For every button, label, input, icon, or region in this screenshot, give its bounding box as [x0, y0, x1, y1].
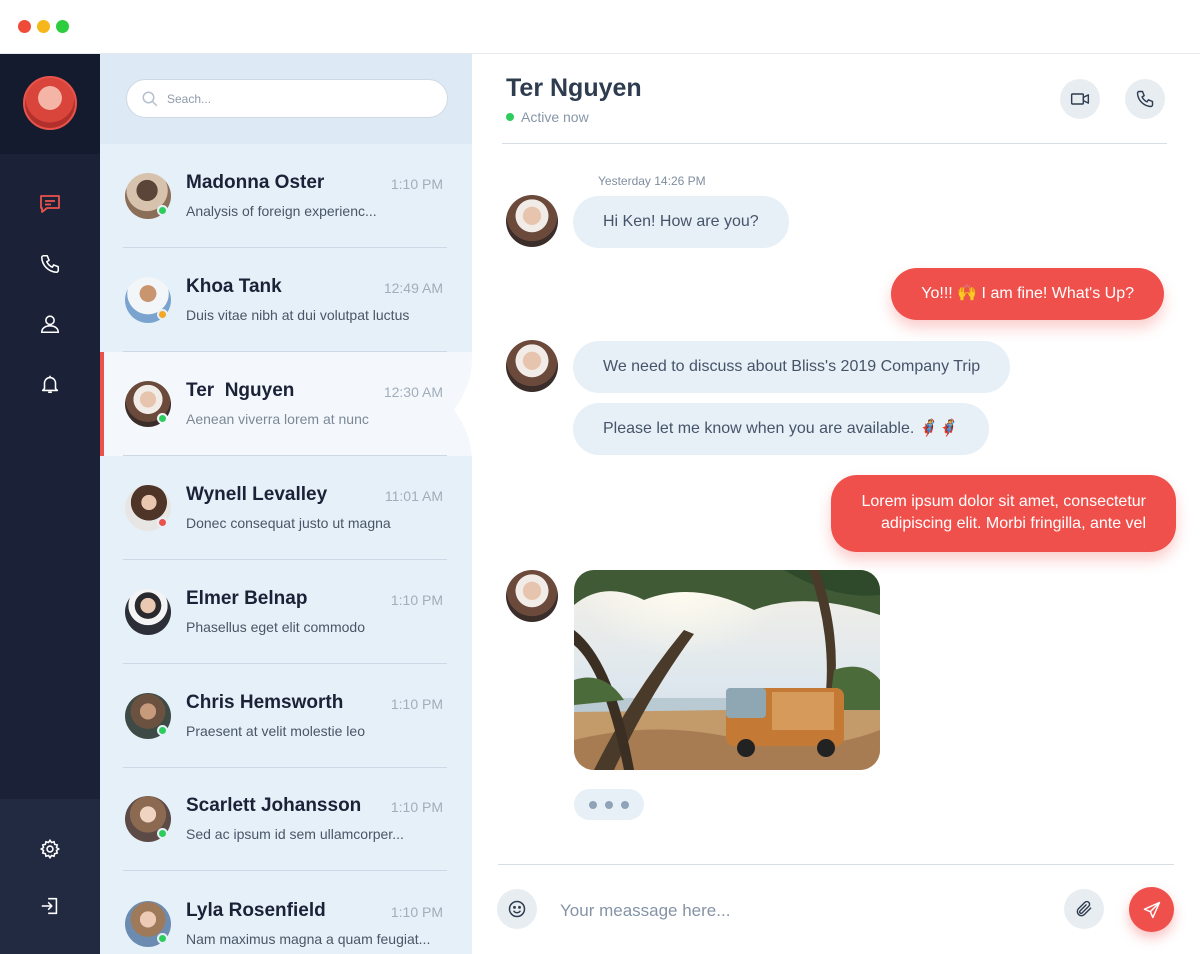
message-time: 1:10 PM [390, 696, 443, 712]
profile-area [0, 54, 100, 154]
conversation-item-active[interactable]: Ter Nguyen 12:30 AM Aenean viverra lorem… [100, 352, 472, 456]
chat-contact-name: Ter Nguyen [506, 74, 642, 102]
send-button[interactable] [1129, 887, 1174, 932]
avatar [125, 589, 171, 635]
user-icon[interactable] [36, 310, 64, 338]
rail-bottom [0, 799, 100, 954]
contact-name: Wynell Levalley [186, 484, 328, 505]
message-time: 11:01 AM [384, 488, 443, 504]
contact-name: Ter Nguyen [186, 380, 295, 401]
header-divider [502, 143, 1167, 144]
chat-panel: Ter Nguyen Active now Yesterday 14:26 PM… [472, 54, 1200, 954]
online-status-dot [506, 113, 514, 121]
active-indicator [100, 352, 104, 456]
typing-dot [605, 801, 613, 809]
avatar [506, 340, 558, 392]
video-icon [1070, 93, 1090, 105]
beach-van-photo [574, 570, 880, 770]
message-time: 1:10 PM [390, 592, 443, 608]
outgoing-message: Yo!!! 🙌 I am fine! What's Up? [891, 268, 1164, 320]
contact-name: Khoa Tank [186, 276, 282, 297]
online-status-dot [157, 205, 168, 216]
maximize-window-button[interactable] [56, 20, 69, 33]
conversation-list: Madonna Oster 1:10 PM Analysis of foreig… [100, 54, 472, 954]
message-input[interactable] [560, 899, 1040, 923]
chat-icon[interactable] [36, 190, 64, 218]
close-window-button[interactable] [18, 20, 31, 33]
search-box[interactable] [126, 79, 448, 118]
message-preview: Analysis of foreign experienc... [186, 203, 377, 219]
avatar [506, 195, 558, 247]
emoji-button[interactable] [497, 889, 537, 929]
video-call-button[interactable] [1060, 79, 1100, 119]
composer-divider [498, 864, 1174, 865]
send-icon [1143, 901, 1160, 918]
message-line: Lorem ipsum dolor sit amet, consectetur [861, 493, 1146, 510]
search-input[interactable] [167, 89, 427, 109]
chat-status-text: Active now [521, 109, 589, 125]
online-status-dot [157, 413, 168, 424]
outgoing-message: Lorem ipsum dolor sit amet, consectetur … [831, 475, 1176, 552]
incoming-message: We need to discuss about Bliss's 2019 Co… [573, 341, 1011, 393]
conversation-item[interactable]: Chris Hemsworth 1:10 PM Praesent at veli… [100, 664, 472, 768]
incoming-message: Hi Ken! How are you? [573, 196, 789, 248]
shared-photo[interactable] [574, 570, 880, 770]
incoming-message: Please let me know when you are availabl… [573, 403, 989, 455]
message-timestamp: Yesterday 14:26 PM [598, 174, 706, 188]
contact-name: Elmer Belnap [186, 588, 308, 609]
minimize-window-button[interactable] [37, 20, 50, 33]
active-notch [454, 360, 492, 460]
contact-name: Lyla Rosenfield [186, 900, 326, 921]
away-status-dot [157, 309, 168, 320]
search-icon [142, 91, 158, 107]
message-time: 1:10 PM [390, 799, 443, 815]
paperclip-icon [1076, 900, 1092, 917]
conversation-item[interactable]: Wynell Levalley 11:01 AM Donec consequat… [100, 456, 472, 560]
typing-dot [621, 801, 629, 809]
online-status-dot [157, 933, 168, 944]
conversation-item[interactable]: Madonna Oster 1:10 PM Analysis of foreig… [100, 144, 472, 248]
contact-name: Madonna Oster [186, 172, 325, 193]
title-bar [0, 0, 1200, 54]
message-time: 12:30 AM [383, 384, 443, 400]
contact-name: Scarlett Johansson [186, 795, 362, 816]
avatar [506, 570, 558, 622]
app-window: Madonna Oster 1:10 PM Analysis of foreig… [0, 0, 1200, 954]
nav-rail [0, 54, 100, 954]
conversation-item[interactable]: Lyla Rosenfield 1:10 PM Nam maximus magn… [100, 872, 472, 954]
busy-status-dot [157, 517, 168, 528]
divider [123, 870, 447, 871]
message-preview: Donec consequat justo ut magna [186, 515, 391, 531]
conversation-item[interactable]: Scarlett Johansson 1:10 PM Sed ac ipsum … [100, 767, 472, 871]
voice-call-button[interactable] [1125, 79, 1165, 119]
contact-name: Chris Hemsworth [186, 692, 344, 713]
message-time: 12:49 AM [383, 280, 443, 296]
message-time: 1:10 PM [390, 176, 443, 192]
message-preview: Praesent at velit molestie leo [186, 723, 365, 739]
message-preview: Sed ac ipsum id sem ullamcorper... [186, 826, 404, 842]
message-preview: Phasellus eget elit commodo [186, 619, 365, 635]
gear-icon[interactable] [36, 835, 64, 863]
phone-icon [1136, 90, 1154, 108]
conversation-item[interactable]: Elmer Belnap 1:10 PM Phasellus eget elit… [100, 560, 472, 664]
phone-icon[interactable] [36, 250, 64, 278]
message-time: 1:10 PM [390, 904, 443, 920]
message-preview: Aenean viverra lorem at nunc [186, 411, 369, 427]
message-line: adipiscing elit. Morbi fringilla, ante v… [880, 515, 1146, 532]
search-area [100, 54, 472, 144]
bell-icon[interactable] [36, 370, 64, 398]
typing-dot [589, 801, 597, 809]
online-status-dot [157, 725, 168, 736]
my-avatar[interactable] [23, 76, 77, 130]
message-preview: Nam maximus magna a quam feugiat... [186, 931, 431, 947]
conversation-item[interactable]: Khoa Tank 12:49 AM Duis vitae nibh at du… [100, 248, 472, 352]
logout-icon[interactable] [36, 892, 64, 920]
attach-button[interactable] [1064, 889, 1104, 929]
typing-indicator [574, 789, 644, 820]
smiley-icon [508, 900, 526, 918]
message-preview: Duis vitae nibh at dui volutpat luctus [186, 307, 410, 323]
online-status-dot [157, 828, 168, 839]
